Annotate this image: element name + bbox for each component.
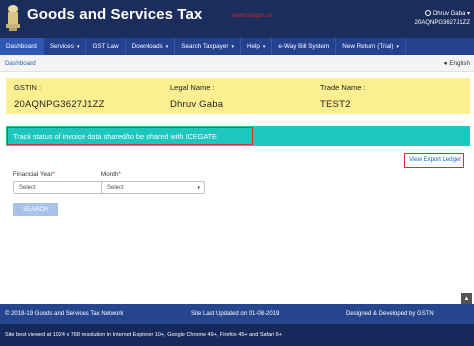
required-mark: * [118,171,121,178]
nav-label: GST Law [92,43,119,50]
trade-name-value: TEST2 [320,99,351,110]
user-gstin: 20AQNPG3627J1ZZ [414,20,470,26]
site-header: Goods and Services Tax www.taxguru.in Dh… [0,0,474,38]
highlight-box: Track status of invoice data shared/to b… [7,127,253,145]
gstin-block: GSTIN : 20AQNPG3627J1ZZ [14,83,105,110]
nav-item-eway-bill[interactable]: e-Way Bill System [272,38,337,55]
nav-item-new-return[interactable]: New Return (Trial) ▾ [336,38,406,55]
nav-item-dashboard[interactable]: Dashboard [0,38,44,55]
nav-item-downloads[interactable]: Downloads ▾ [126,38,176,55]
user-icon [424,10,431,16]
page-title-bar: Track status of invoice data shared/to b… [6,126,470,146]
highlight-box: View Export Ledger [404,153,464,168]
trade-name-block: Trade Name : TEST2 [320,83,366,110]
breadcrumb-dashboard[interactable]: Dashboard [5,60,36,67]
search-button[interactable]: SEARCH [13,203,58,216]
month-label: Month* [101,171,121,178]
language-label: English [449,60,470,67]
chevron-down-icon: ▾ [231,43,234,50]
required-mark: * [52,171,56,178]
scroll-to-top-button[interactable]: ▲ [461,293,472,304]
legal-name-value: Dhruv Gaba [170,99,224,110]
user-name: Dhruv Gaba [432,11,466,17]
view-export-ledger-link[interactable]: View Export Ledger [409,157,461,163]
browser-note-bar: Site best viewed at 1024 x 768 resolutio… [0,324,474,346]
globe-icon: ● [443,60,448,67]
chevron-down-icon: ▾ [76,43,80,50]
nav-label: Search Taxpayer [181,43,229,50]
nav-item-search-taxpayer[interactable]: Search Taxpayer ▾ [175,38,241,55]
taxpayer-info-strip: GSTIN : 20AQNPG3627J1ZZ Legal Name : Dhr… [6,78,470,114]
nav-item-services[interactable]: Services ▾ [44,38,87,55]
chevron-down-icon: ▾ [396,43,399,50]
nav-item-gst-law[interactable]: GST Law [86,38,126,55]
gstin-value: 20AQNPG3627J1ZZ [14,99,105,110]
site-footer: © 2018-19 Goods and Services Tax Network… [0,304,474,324]
arrow-up-icon: ▲ [463,295,470,302]
chevron-down-icon: ▾ [466,11,470,17]
nav-label: New Return (Trial) [342,43,394,50]
select-value: Select [107,185,124,191]
site-title[interactable]: Goods and Services Tax [27,6,202,23]
breadcrumb-bar: Dashboard ● English [0,55,474,72]
gstin-label: GSTIN : [14,83,42,92]
language-selector[interactable]: ● English [444,60,470,67]
main-nav: Dashboard Services ▾ GST Law Downloads ▾ S… [0,38,474,55]
browser-note: Site best viewed at 1024 x 768 resolutio… [5,332,283,338]
nav-label: Downloads [131,43,163,50]
last-updated-text: Site Last Updated on 01-08-2019 [191,311,280,317]
nav-label: Help [246,43,260,50]
page-title: Track status of invoice data shared/to b… [13,132,218,141]
financial-year-label: Financial Year* [13,171,55,178]
designed-by-text: Designed & Developed by GSTN [346,311,434,317]
month-select[interactable]: Select ▾ [101,181,205,194]
label-text: Financial Year [13,171,53,178]
legal-name-block: Legal Name : Dhruv Gaba [170,83,223,110]
nav-label: e-Way Bill System [278,43,330,50]
financial-year-select[interactable]: Select ▾ [13,181,114,194]
chevron-down-icon: ▾ [262,43,266,50]
select-value: Select [19,185,36,191]
nav-label: Services [49,43,74,50]
user-profile-menu[interactable]: Dhruv Gaba ▾ 20AQNPG3627J1ZZ [415,10,470,28]
nav-item-help[interactable]: Help ▾ [241,38,273,55]
nav-label: Dashboard [6,43,37,50]
chevron-down-icon: ▾ [165,43,169,50]
label-text: Month [101,171,119,178]
legal-name-label: Legal Name : [170,83,215,92]
chevron-down-icon: ▾ [197,185,200,191]
copyright-text: © 2018-19 Goods and Services Tax Network [5,311,124,317]
national-emblem-icon [6,5,20,31]
watermark: www.taxguru.in [232,13,273,19]
trade-name-label: Trade Name : [320,83,366,92]
